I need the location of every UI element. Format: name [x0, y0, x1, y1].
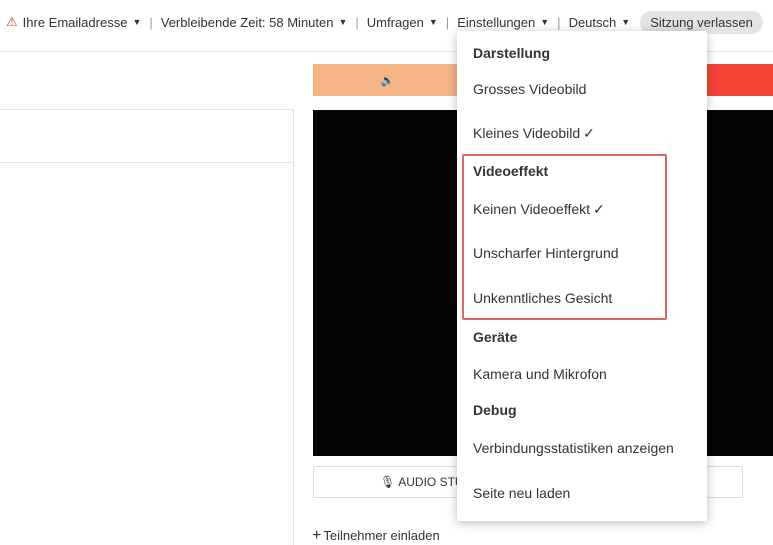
separator: | — [355, 14, 359, 30]
menu-header-display: Darstellung — [473, 45, 551, 61]
email-label: Ihre Emailadresse — [22, 14, 128, 30]
menu-item-connection-stats[interactable]: Verbindungsstatistiken anzeigen — [473, 440, 674, 456]
remaining-time-label: Verbleibende Zeit: 58 Minuten — [160, 14, 334, 30]
audio-button-label: AUDIO STU — [398, 475, 464, 489]
caret-down-icon: ▼ — [428, 17, 438, 27]
polls-menu[interactable]: Umfragen ▼ — [359, 15, 438, 30]
left-panel-divider — [0, 162, 293, 163]
caret-down-icon: ▼ — [338, 17, 348, 27]
microphone-icon: 🎙 — [380, 475, 396, 489]
menu-item-no-effect[interactable]: Keinen Videoeffekt ✓ — [473, 201, 605, 218]
settings-label: Einstellungen — [457, 14, 536, 30]
speaker-icon: 🔈 — [380, 74, 395, 87]
menu-item-unrecognizable-face[interactable]: Unkenntliches Gesicht — [473, 290, 612, 306]
menu-item-large-video[interactable]: Grosses Videobild — [473, 81, 586, 97]
menu-item-camera-microphone[interactable]: Kamera und Mikrofon — [473, 366, 607, 382]
invite-participants-link[interactable]: + Teilnehmer einladen — [312, 527, 440, 544]
plus-icon: + — [312, 527, 322, 544]
menu-header-debug: Debug — [473, 402, 517, 418]
menu-item-reload-page[interactable]: Seite neu laden — [473, 485, 570, 501]
left-panel-divider-top — [0, 109, 293, 110]
audio-level-bar: 🔈 — [313, 64, 462, 96]
language-menu[interactable]: Deutsch ▼ — [561, 15, 631, 30]
remaining-time-menu[interactable]: Verbleibende Zeit: 58 Minuten ▼ — [153, 15, 348, 30]
caret-down-icon: ▼ — [621, 17, 631, 27]
separator: | — [445, 14, 450, 30]
menu-header-video-effect: Videoeffekt — [473, 163, 549, 179]
panel-separator — [293, 109, 294, 545]
menu-item-blur-background[interactable]: Unscharfer Hintergrund — [473, 245, 619, 261]
caret-down-icon: ▼ — [540, 17, 550, 27]
checkmark-icon: ✓ — [583, 125, 595, 141]
warning-icon: ⚠ — [6, 14, 18, 29]
menu-item-small-video-label: Kleines Videobild — [473, 125, 581, 141]
menu-header-devices: Geräte — [473, 329, 518, 345]
menu-item-no-effect-label: Keinen Videoeffekt — [473, 201, 591, 217]
invite-label: Teilnehmer einladen — [323, 528, 440, 543]
separator: | — [149, 14, 153, 30]
settings-menu[interactable]: Einstellungen ▼ — [449, 15, 549, 30]
polls-label: Umfragen — [366, 14, 424, 30]
menu-item-small-video[interactable]: Kleines Videobild ✓ — [473, 125, 595, 142]
language-label: Deutsch — [568, 14, 617, 30]
email-menu[interactable]: ⚠ Ihre Emailadresse ▼ — [0, 14, 141, 30]
separator: | — [557, 14, 561, 30]
checkmark-icon: ✓ — [593, 201, 605, 217]
settings-dropdown: Darstellung Grosses Videobild Kleines Vi… — [457, 31, 707, 521]
caret-down-icon: ▼ — [132, 17, 142, 27]
